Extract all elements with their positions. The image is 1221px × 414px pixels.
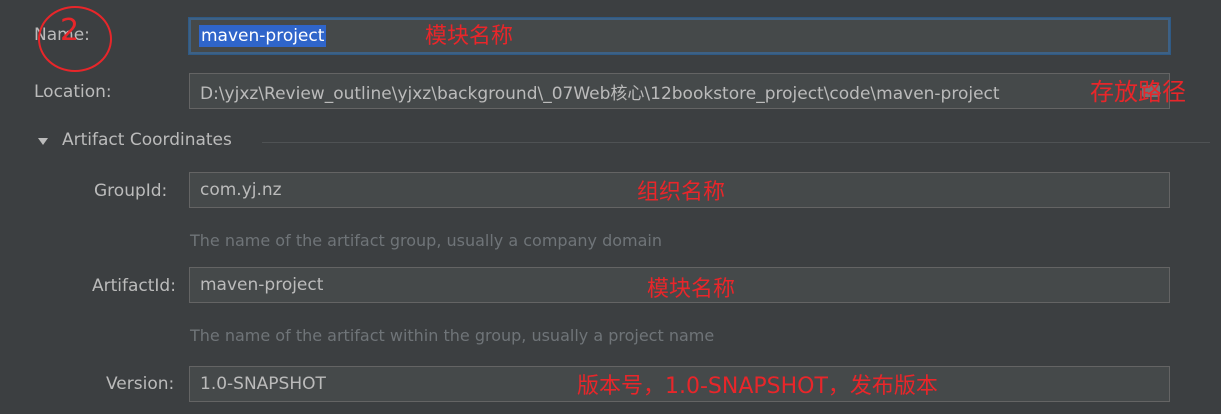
location-input-value: D:\yjxz\Review_outline\yjxz\background\_… <box>200 83 1000 104</box>
artifactid-label: ArtifactId: <box>92 276 176 296</box>
annotation-storage-path: 存放路径 <box>1090 78 1186 106</box>
version-input-value: 1.0-SNAPSHOT <box>200 374 326 394</box>
annotation-org-name: 组织名称 <box>637 180 726 205</box>
groupid-hint: The name of the artifact group, usually … <box>190 231 662 250</box>
location-label: Location: <box>34 82 112 102</box>
annotation-module-name-2: 模块名称 <box>647 277 736 302</box>
name-input-value: maven-project <box>199 25 327 47</box>
groupid-label: GroupId: <box>94 181 168 201</box>
artifact-section-title[interactable]: Artifact Coordinates <box>62 130 232 150</box>
groupid-input-value: com.yj.nz <box>200 180 282 200</box>
artifactid-hint: The name of the artifact within the grou… <box>190 326 715 345</box>
annotation-circle-number: 2 <box>60 13 80 48</box>
section-divider <box>262 142 1210 143</box>
name-input[interactable]: maven-project <box>189 18 1170 54</box>
annotation-module-name-1: 模块名称 <box>425 24 514 49</box>
version-label: Version: <box>106 374 175 394</box>
artifactid-input-value: maven-project <box>200 275 324 295</box>
annotation-version-note: 版本号，1.0-SNAPSHOT，发布版本 <box>577 374 938 399</box>
location-input[interactable]: D:\yjxz\Review_outline\yjxz\background\_… <box>189 73 1170 109</box>
collapse-triangle-icon[interactable] <box>38 138 48 145</box>
